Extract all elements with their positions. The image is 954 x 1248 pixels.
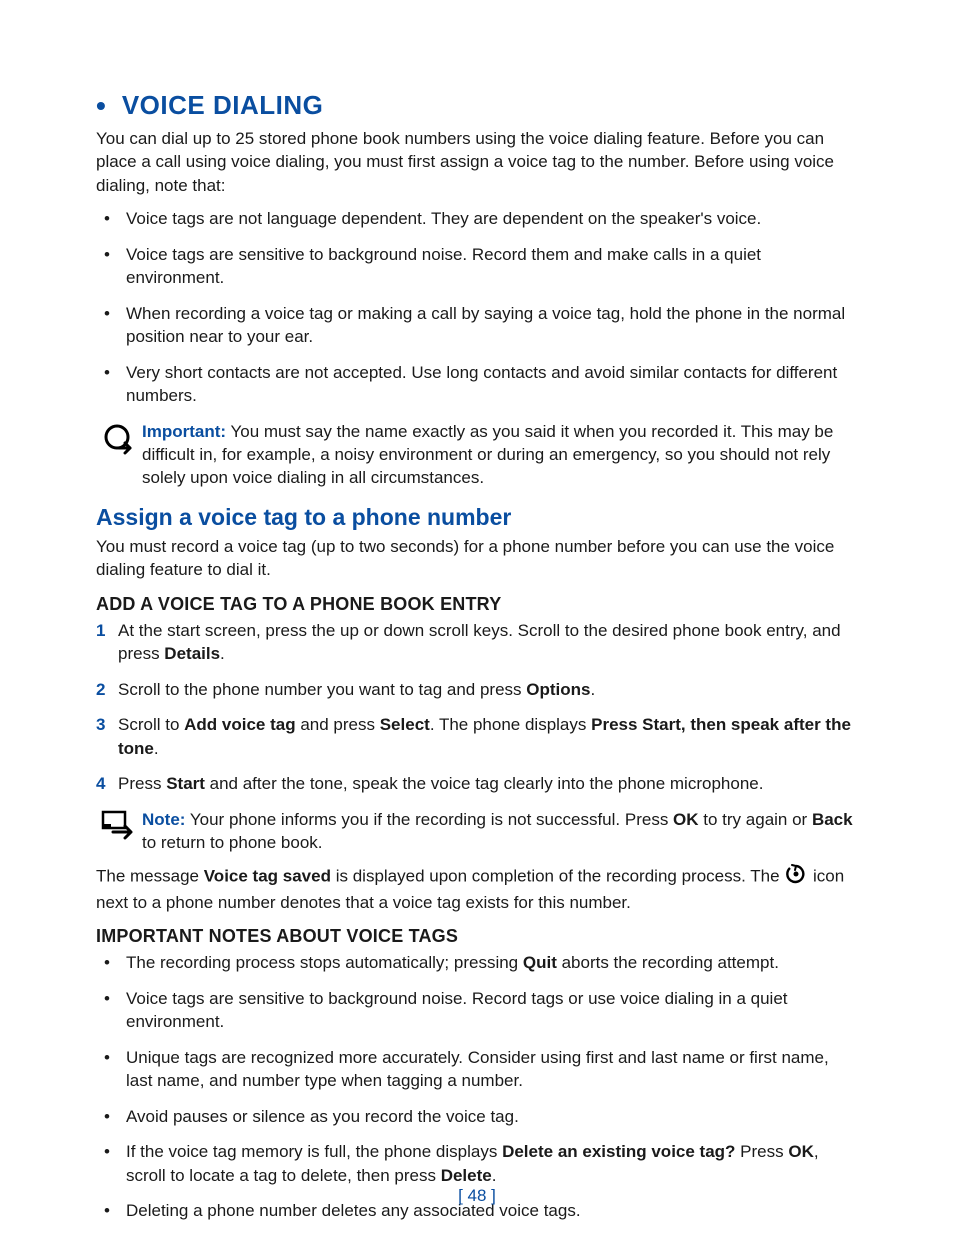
bullet-icon: •	[96, 92, 106, 120]
intro-paragraph: You can dial up to 25 stored phone book …	[96, 127, 858, 197]
saved-paragraph: The message Voice tag saved is displayed…	[96, 864, 858, 914]
list-item: Very short contacts are not accepted. Us…	[104, 361, 858, 408]
list-item: The recording process stops automaticall…	[104, 951, 858, 974]
assign-heading: Assign a voice tag to a phone number	[96, 504, 858, 531]
document-page: • VOICE DIALING You can dial up to 25 st…	[0, 0, 954, 1248]
intro-bullet-list: Voice tags are not language dependent. T…	[96, 207, 858, 407]
page-number: [ 48 ]	[0, 1186, 954, 1206]
section-heading: VOICE DIALING	[122, 90, 324, 121]
important-icon	[96, 420, 142, 456]
list-item: Avoid pauses or silence as you record th…	[104, 1105, 858, 1128]
voice-tag-icon	[786, 864, 806, 890]
note-label: Note:	[142, 810, 185, 829]
list-item: Voice tags are sensitive to background n…	[104, 243, 858, 290]
steps-list: At the start screen, press the up or dow…	[96, 619, 858, 796]
list-item: If the voice tag memory is full, the pho…	[104, 1140, 858, 1187]
step-item: Scroll to Add voice tag and press Select…	[96, 713, 858, 760]
note-icon	[96, 808, 142, 840]
notes-bullet-list: The recording process stops automaticall…	[96, 951, 858, 1222]
note-callout: Note: Your phone informs you if the reco…	[96, 808, 858, 855]
section-heading-row: • VOICE DIALING	[96, 90, 858, 127]
step-item: Press Start and after the tone, speak th…	[96, 772, 858, 795]
list-item: When recording a voice tag or making a c…	[104, 302, 858, 349]
list-item: Voice tags are sensitive to background n…	[104, 987, 858, 1034]
list-item: Unique tags are recognized more accurate…	[104, 1046, 858, 1093]
add-heading: ADD A VOICE TAG TO A PHONE BOOK ENTRY	[96, 594, 858, 615]
important-body: You must say the name exactly as you sai…	[142, 422, 833, 488]
important-callout: Important: You must say the name exactly…	[96, 420, 858, 490]
step-item: At the start screen, press the up or dow…	[96, 619, 858, 666]
important-label: Important:	[142, 422, 226, 441]
notes-heading: IMPORTANT NOTES ABOUT VOICE TAGS	[96, 926, 858, 947]
step-item: Scroll to the phone number you want to t…	[96, 678, 858, 701]
note-text: Note: Your phone informs you if the reco…	[142, 808, 858, 855]
list-item: Voice tags are not language dependent. T…	[104, 207, 858, 230]
important-text: Important: You must say the name exactly…	[142, 420, 858, 490]
assign-intro: You must record a voice tag (up to two s…	[96, 535, 858, 582]
